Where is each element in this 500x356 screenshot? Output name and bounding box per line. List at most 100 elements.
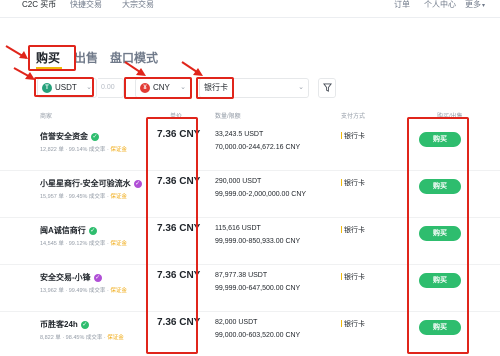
- header-trade: 购买/出售: [437, 114, 463, 120]
- merchant-stats-text: 15,957 单 · 99.45% 成交率 ·: [40, 194, 109, 200]
- merchant-name-text: 安全交易-小锋: [40, 273, 91, 282]
- order-limit: 99,999.00-2,000,000.00 CNY: [215, 191, 307, 198]
- top-nav-bar: C2C 买币 快捷交易 大宗交易 订单 个人中心 更多▾: [0, 0, 500, 18]
- available-amount: 33,243.5 USDT: [215, 131, 264, 138]
- merchant-stats: 12,822 单 · 99.14% 成交率 · 保证金: [40, 145, 127, 153]
- usdt-icon: T: [42, 82, 52, 93]
- available-amount: 290,000 USDT: [215, 178, 262, 185]
- merchant-stats: 8,822 单 · 98.45% 成交率 · 保证金: [40, 333, 124, 341]
- payment-method: 银行卡: [341, 319, 365, 329]
- tab-buy[interactable]: 购买: [36, 50, 60, 66]
- order-limit: 70,000.00-244,672.16 CNY: [215, 144, 301, 151]
- merchant-stats: 14,545 单 · 99.12% 成交率 · 保证金: [40, 239, 127, 247]
- payment-method-text: 银行卡: [344, 180, 365, 187]
- merchant-stats: 15,957 单 · 99.45% 成交率 · 保证金: [40, 192, 127, 200]
- payment-method-text: 银行卡: [344, 227, 365, 234]
- fiat-select[interactable]: ¥ CNY ⌄: [135, 78, 191, 98]
- buy-button[interactable]: 购买: [419, 226, 461, 241]
- nav-c2c[interactable]: C2C 买币: [22, 0, 56, 10]
- payment-marker: [341, 179, 342, 186]
- buy-button[interactable]: 购买: [419, 132, 461, 147]
- header-price: 单价: [170, 114, 183, 120]
- available-amount: 87,977.38 USDT: [215, 272, 268, 279]
- merchant-name[interactable]: 闽A诚信商行 ✓: [40, 225, 97, 236]
- filter-bar: T USDT ⌄ 0.00 ¥ CNY ⌄ 银行卡 ⌄: [0, 78, 500, 100]
- order-limit: 99,999.00-647,500.00 CNY: [215, 285, 301, 292]
- payment-method-text: 银行卡: [344, 133, 365, 140]
- merchant-stats-text: 14,545 单 · 99.12% 成交率 ·: [40, 241, 109, 247]
- nav-orders[interactable]: 订单: [394, 0, 410, 10]
- chevron-down-icon: ⌄: [86, 84, 92, 91]
- nav-quick-trade[interactable]: 快捷交易: [70, 0, 102, 10]
- table-row: 安全交易-小锋 ✓ 13,962 单 · 99.49% 成交率 · 保证金 7.3…: [0, 264, 500, 312]
- fiat-select-value: CNY: [153, 83, 170, 92]
- unit-price: 7.36 CNY: [157, 129, 201, 140]
- coin-select[interactable]: T USDT ⌄: [37, 78, 97, 98]
- merchant-name-text: 信誉安全资金: [40, 132, 88, 141]
- available-amount: 82,000 USDT: [215, 319, 258, 326]
- merchant-stats: 13,962 单 · 99.49% 成交率 · 保证金: [40, 286, 127, 294]
- unit-price: 7.36 CNY: [157, 317, 201, 328]
- merchant-name-text: 币胜客24h: [40, 320, 78, 329]
- merchant-name[interactable]: 小星星商行-安全可验流水 ✓: [40, 178, 142, 189]
- merchant-name-text: 小星星商行-安全可验流水: [40, 179, 131, 188]
- merchant-name[interactable]: 币胜客24h ✓: [40, 319, 89, 330]
- table-row: 币胜客24h ✓ 8,822 单 · 98.45% 成交率 · 保证金 7.36 …: [0, 311, 500, 356]
- header-merchant: 商家: [40, 114, 53, 120]
- tab-orderbook-mode[interactable]: 盘口模式: [110, 50, 158, 66]
- table-header: 商家 单价 数量/限额 支付方式 购买/出售: [0, 111, 500, 121]
- chevron-down-icon: ▾: [482, 3, 486, 9]
- funnel-icon: [322, 83, 332, 92]
- merchant-name[interactable]: 信誉安全资金 ✓: [40, 131, 99, 142]
- unit-price: 7.36 CNY: [157, 223, 201, 234]
- tab-sell[interactable]: 出售: [74, 50, 98, 66]
- payment-marker: [341, 226, 342, 233]
- payment-marker: [341, 132, 342, 139]
- payment-method-text: 银行卡: [344, 321, 365, 328]
- unit-price: 7.36 CNY: [157, 270, 201, 281]
- table-row: 信誉安全资金 ✓ 12,822 单 · 99.14% 成交率 · 保证金 7.36…: [0, 123, 500, 171]
- verified-badge-icon: ✓: [80, 320, 89, 329]
- payment-method: 银行卡: [341, 272, 365, 282]
- nav-more-label: 更多: [465, 0, 481, 9]
- buy-button[interactable]: 购买: [419, 273, 461, 288]
- verified-badge-icon: ✓: [93, 273, 102, 282]
- payment-method-text: 银行卡: [344, 274, 365, 281]
- nav-block-trade[interactable]: 大宗交易: [122, 0, 154, 10]
- deposit-badge: 保证金: [110, 241, 127, 247]
- buy-button[interactable]: 购买: [419, 179, 461, 194]
- merchant-stats-text: 12,822 单 · 99.14% 成交率 ·: [40, 147, 109, 153]
- verified-badge-icon: ✓: [91, 132, 99, 141]
- merchant-name[interactable]: 安全交易-小锋 ✓: [40, 272, 102, 283]
- order-limit: 99,999.00-850,933.00 CNY: [215, 238, 301, 245]
- table-row: 闽A诚信商行 ✓ 14,545 单 · 99.12% 成交率 · 保证金 7.36…: [0, 217, 500, 265]
- nav-more[interactable]: 更多▾: [465, 0, 485, 11]
- deposit-badge: 保证金: [110, 147, 127, 153]
- cny-icon: ¥: [140, 82, 150, 93]
- active-tab-underline: [36, 67, 62, 69]
- order-limit: 99,000.00-603,520.00 CNY: [215, 332, 301, 339]
- available-amount: 115,616 USDT: [215, 225, 261, 232]
- amount-input[interactable]: 0.00: [98, 78, 124, 98]
- payment-method: 银行卡: [341, 131, 365, 141]
- deposit-badge: 保证金: [107, 335, 124, 341]
- nav-user-center[interactable]: 个人中心: [424, 0, 456, 10]
- unit-price: 7.36 CNY: [157, 176, 201, 187]
- header-payment: 支付方式: [341, 114, 366, 120]
- coin-select-value: USDT: [55, 83, 77, 92]
- verified-badge-icon: ✓: [88, 226, 97, 235]
- merchant-stats-text: 13,962 单 · 99.49% 成交率 ·: [40, 288, 109, 294]
- table-row: 小星星商行-安全可验流水 ✓ 15,957 单 · 99.45% 成交率 · 保证…: [0, 170, 500, 218]
- chevron-down-icon: ⌄: [180, 84, 186, 91]
- payment-select-value: 银行卡: [204, 83, 228, 92]
- trade-mode-tabs: 购买 出售 盘口模式: [0, 50, 500, 70]
- filter-icon[interactable]: [318, 78, 336, 98]
- payment-method: 银行卡: [341, 178, 365, 188]
- merchant-stats-text: 8,822 单 · 98.45% 成交率 ·: [40, 335, 106, 341]
- verified-badge-icon: ✓: [133, 179, 142, 188]
- payment-marker: [341, 273, 342, 280]
- buy-button[interactable]: 购买: [419, 320, 461, 335]
- chevron-down-icon: ⌄: [298, 84, 304, 91]
- merchant-name-text: 闽A诚信商行: [40, 226, 86, 235]
- payment-select[interactable]: 银行卡 ⌄: [199, 78, 309, 98]
